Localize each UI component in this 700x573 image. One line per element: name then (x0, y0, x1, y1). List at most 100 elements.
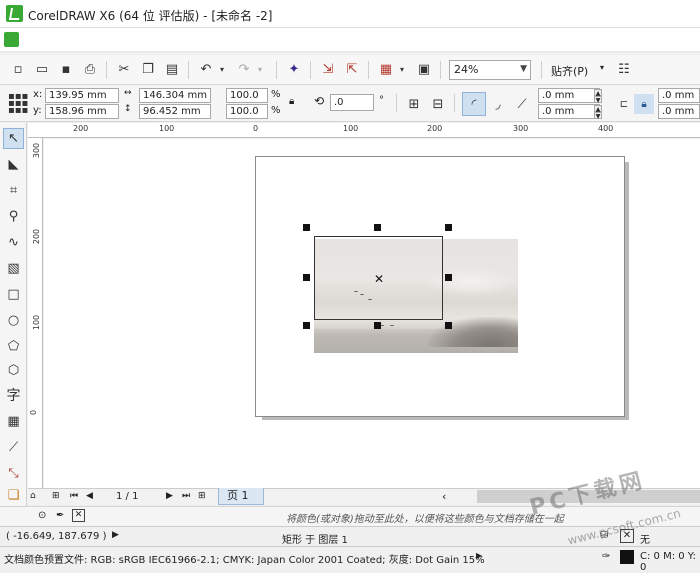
page-tab[interactable]: 页 1 (218, 488, 264, 505)
zoom-tool-icon[interactable]: ⚲ (3, 206, 24, 227)
ruler-tick-label: 200 (73, 124, 89, 133)
profile-arrow-icon[interactable]: ▶ (476, 551, 482, 560)
application-launcher-icon[interactable]: ▦ (376, 59, 396, 79)
expand-arrow-icon[interactable]: ▶ (112, 530, 119, 540)
copy-icon[interactable]: ❐ (138, 59, 158, 79)
corner-radius-bottom-right[interactable]: .0 mm (658, 104, 700, 119)
title-bar: CorelDRAW X6 (64 位 评估版) - [未命名 -2] (0, 0, 700, 28)
crop-tool-icon[interactable]: ⌗ (3, 180, 24, 201)
import-icon[interactable]: ⇲ (318, 59, 338, 79)
first-page-icon[interactable]: ⏮ (70, 491, 78, 501)
ruler-tick-label: 100 (32, 314, 42, 331)
export-icon[interactable]: ⇱ (342, 59, 362, 79)
doc-nav-icon[interactable]: ⌂ (30, 491, 36, 501)
cut-icon[interactable]: ✂ (114, 59, 134, 79)
save-icon[interactable]: ▪ (56, 59, 76, 79)
rotation-center-icon[interactable]: ✕ (374, 272, 384, 286)
ruler-tick-label: 300 (32, 142, 42, 159)
ellipse-tool-icon[interactable]: ○ (3, 310, 24, 331)
cursor-coordinates: ( -16.649, 187.679 ) (6, 531, 107, 542)
vertical-ruler[interactable]: 300 200 100 0 (28, 138, 43, 488)
table-tool-icon[interactable]: ▦ (3, 411, 24, 432)
polygon-tool-icon[interactable]: ⬠ (3, 336, 24, 357)
color-profile-info[interactable]: 文档颜色预置文件: RGB: sRGB IEC61966-2.1; CMYK: … (4, 551, 485, 566)
corner-radius-top-left[interactable]: .0 mm (538, 88, 600, 103)
selection-handle[interactable] (374, 224, 381, 231)
shape-tool-icon[interactable]: ◣ (3, 154, 24, 175)
reference-point-icon[interactable]: ▪▪▪ ▪▪▪ ▪▪▪ (8, 92, 28, 116)
spin-down-icon[interactable]: ▼ (594, 96, 602, 104)
options-icon[interactable]: ☷ (614, 59, 634, 79)
y-position-field[interactable]: 158.96 mm (45, 104, 119, 119)
smart-fill-icon[interactable]: ▧ (3, 258, 24, 279)
toolbox: ↖ ◣ ⌗ ⚲ ∿ ▧ □ ○ ⬠ ⬡ 字 ▦ ⟋ ⤡ ❏ ✎ (0, 123, 27, 523)
selection-handle[interactable] (445, 274, 452, 281)
pick-tool-icon[interactable]: ↖ (3, 128, 24, 149)
selection-handle[interactable] (445, 322, 452, 329)
no-color-swatch-icon[interactable]: ✕ (72, 509, 85, 522)
freehand-tool-icon[interactable]: ∿ (3, 232, 24, 253)
search-content-icon[interactable]: ✦ (284, 59, 304, 79)
redo-dropdown-icon[interactable]: ▾ (254, 59, 266, 79)
x-position-field[interactable]: 139.95 mm (45, 88, 119, 103)
spin-up-icon[interactable]: ▲ (594, 105, 602, 113)
selection-handle[interactable] (303, 224, 310, 231)
round-corner-icon[interactable]: ◜ (462, 92, 486, 116)
open-folder-icon[interactable]: ▭ (32, 59, 52, 79)
ruler-tick-label: 100 (159, 124, 175, 133)
selection-handle[interactable] (374, 322, 381, 329)
spin-down-icon[interactable]: ▼ (594, 112, 602, 120)
last-page-icon[interactable]: ⏭ (182, 491, 190, 501)
selection-handle[interactable] (303, 322, 310, 329)
width-field[interactable]: 146.304 mm (139, 88, 211, 103)
lock-corners-icon[interactable]: 🔒︎ (634, 94, 654, 114)
width-icon: ↔ (124, 88, 132, 98)
x-label: x: (33, 89, 43, 100)
welcome-screen-icon[interactable]: ▣ (414, 59, 434, 79)
undo-icon[interactable]: ↶ (196, 59, 216, 79)
zoom-level-select[interactable]: 24% ▼ (449, 60, 531, 80)
dimension-tool-icon[interactable]: ⟋ (3, 437, 24, 458)
text-tool-icon[interactable]: 字 (3, 384, 24, 405)
rotation-field[interactable]: .0 (330, 94, 374, 111)
scale-width-field[interactable]: 100.0 (226, 88, 268, 103)
scale-height-field[interactable]: 100.0 (226, 104, 268, 119)
connector-tool-icon[interactable]: ⤡ (3, 463, 24, 484)
chamfered-corner-icon[interactable]: ⟋ (512, 94, 532, 114)
horizontal-ruler[interactable]: 200 100 0 100 200 300 400 (28, 123, 700, 138)
corner-radius-top-right[interactable]: .0 mm (658, 88, 700, 103)
zoom-level-value: 24% (454, 63, 479, 76)
ruler-tick-label: 0 (29, 409, 39, 416)
scalloped-corner-icon[interactable]: ◞ (488, 94, 508, 114)
rectangle-tool-icon[interactable]: □ (3, 284, 24, 305)
next-page-icon[interactable]: ▶ (166, 491, 173, 501)
corner-link-icon[interactable]: ⊏ (614, 94, 634, 114)
eyedropper-icon[interactable]: ✒ (56, 510, 64, 521)
undo-dropdown-icon[interactable]: ▾ (216, 59, 228, 79)
selection-handle[interactable] (303, 274, 310, 281)
prev-page-icon[interactable]: ◀ (86, 491, 93, 501)
palette-menu-icon[interactable]: ⊙ (38, 510, 46, 521)
app-menu-icon[interactable] (4, 32, 19, 47)
height-field[interactable]: 96.452 mm (139, 104, 211, 119)
spin-up-icon[interactable]: ▲ (594, 89, 602, 97)
add-page-before-icon[interactable]: ⊞ (52, 491, 60, 501)
basic-shapes-icon[interactable]: ⬡ (3, 360, 24, 381)
new-document-icon[interactable]: ▫ (8, 59, 28, 79)
mirror-vertical-icon[interactable]: ⊟ (428, 94, 448, 114)
mirror-horizontal-icon[interactable]: ⊞ (404, 94, 424, 114)
paste-icon[interactable]: ▤ (162, 59, 182, 79)
snap-dropdown-icon[interactable]: ▾ (600, 63, 604, 72)
snap-to-menu[interactable]: 贴齐(P) (551, 63, 588, 79)
launcher-dropdown-icon[interactable]: ▾ (396, 59, 408, 79)
selection-handle[interactable] (445, 224, 452, 231)
add-page-after-icon[interactable]: ⊞ (198, 491, 206, 501)
ruler-tick-label: 200 (32, 228, 42, 245)
ruler-tick-label: 300 (513, 124, 529, 133)
print-icon[interactable]: ⎙ (80, 59, 100, 79)
scroll-left-icon[interactable]: ‹ (442, 490, 446, 503)
redo-icon[interactable]: ↷ (234, 59, 254, 79)
chevron-down-icon: ▼ (520, 64, 527, 74)
lock-ratio-icon[interactable]: 🔒︎ (289, 96, 294, 107)
corner-radius-bottom-left[interactable]: .0 mm (538, 104, 600, 119)
